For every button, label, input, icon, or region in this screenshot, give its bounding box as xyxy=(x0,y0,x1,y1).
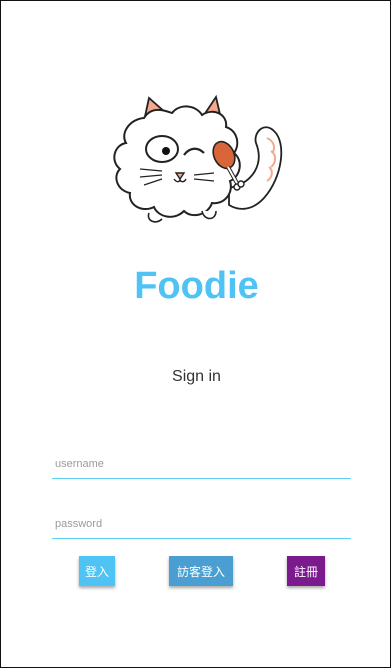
username-input[interactable] xyxy=(52,450,351,478)
cat-logo-icon xyxy=(113,94,283,223)
app-screen: Foodie Sign in 登入 訪客登入 註冊 xyxy=(0,0,391,668)
guest-login-button[interactable]: 訪客登入 xyxy=(169,556,233,586)
username-field-container xyxy=(52,450,351,479)
app-title: Foodie xyxy=(134,265,259,307)
register-button[interactable]: 註冊 xyxy=(287,556,325,586)
sign-in-heading: Sign in xyxy=(172,368,221,385)
login-button[interactable]: 登入 xyxy=(79,556,115,586)
password-field-container xyxy=(52,510,351,539)
password-input[interactable] xyxy=(52,510,351,538)
